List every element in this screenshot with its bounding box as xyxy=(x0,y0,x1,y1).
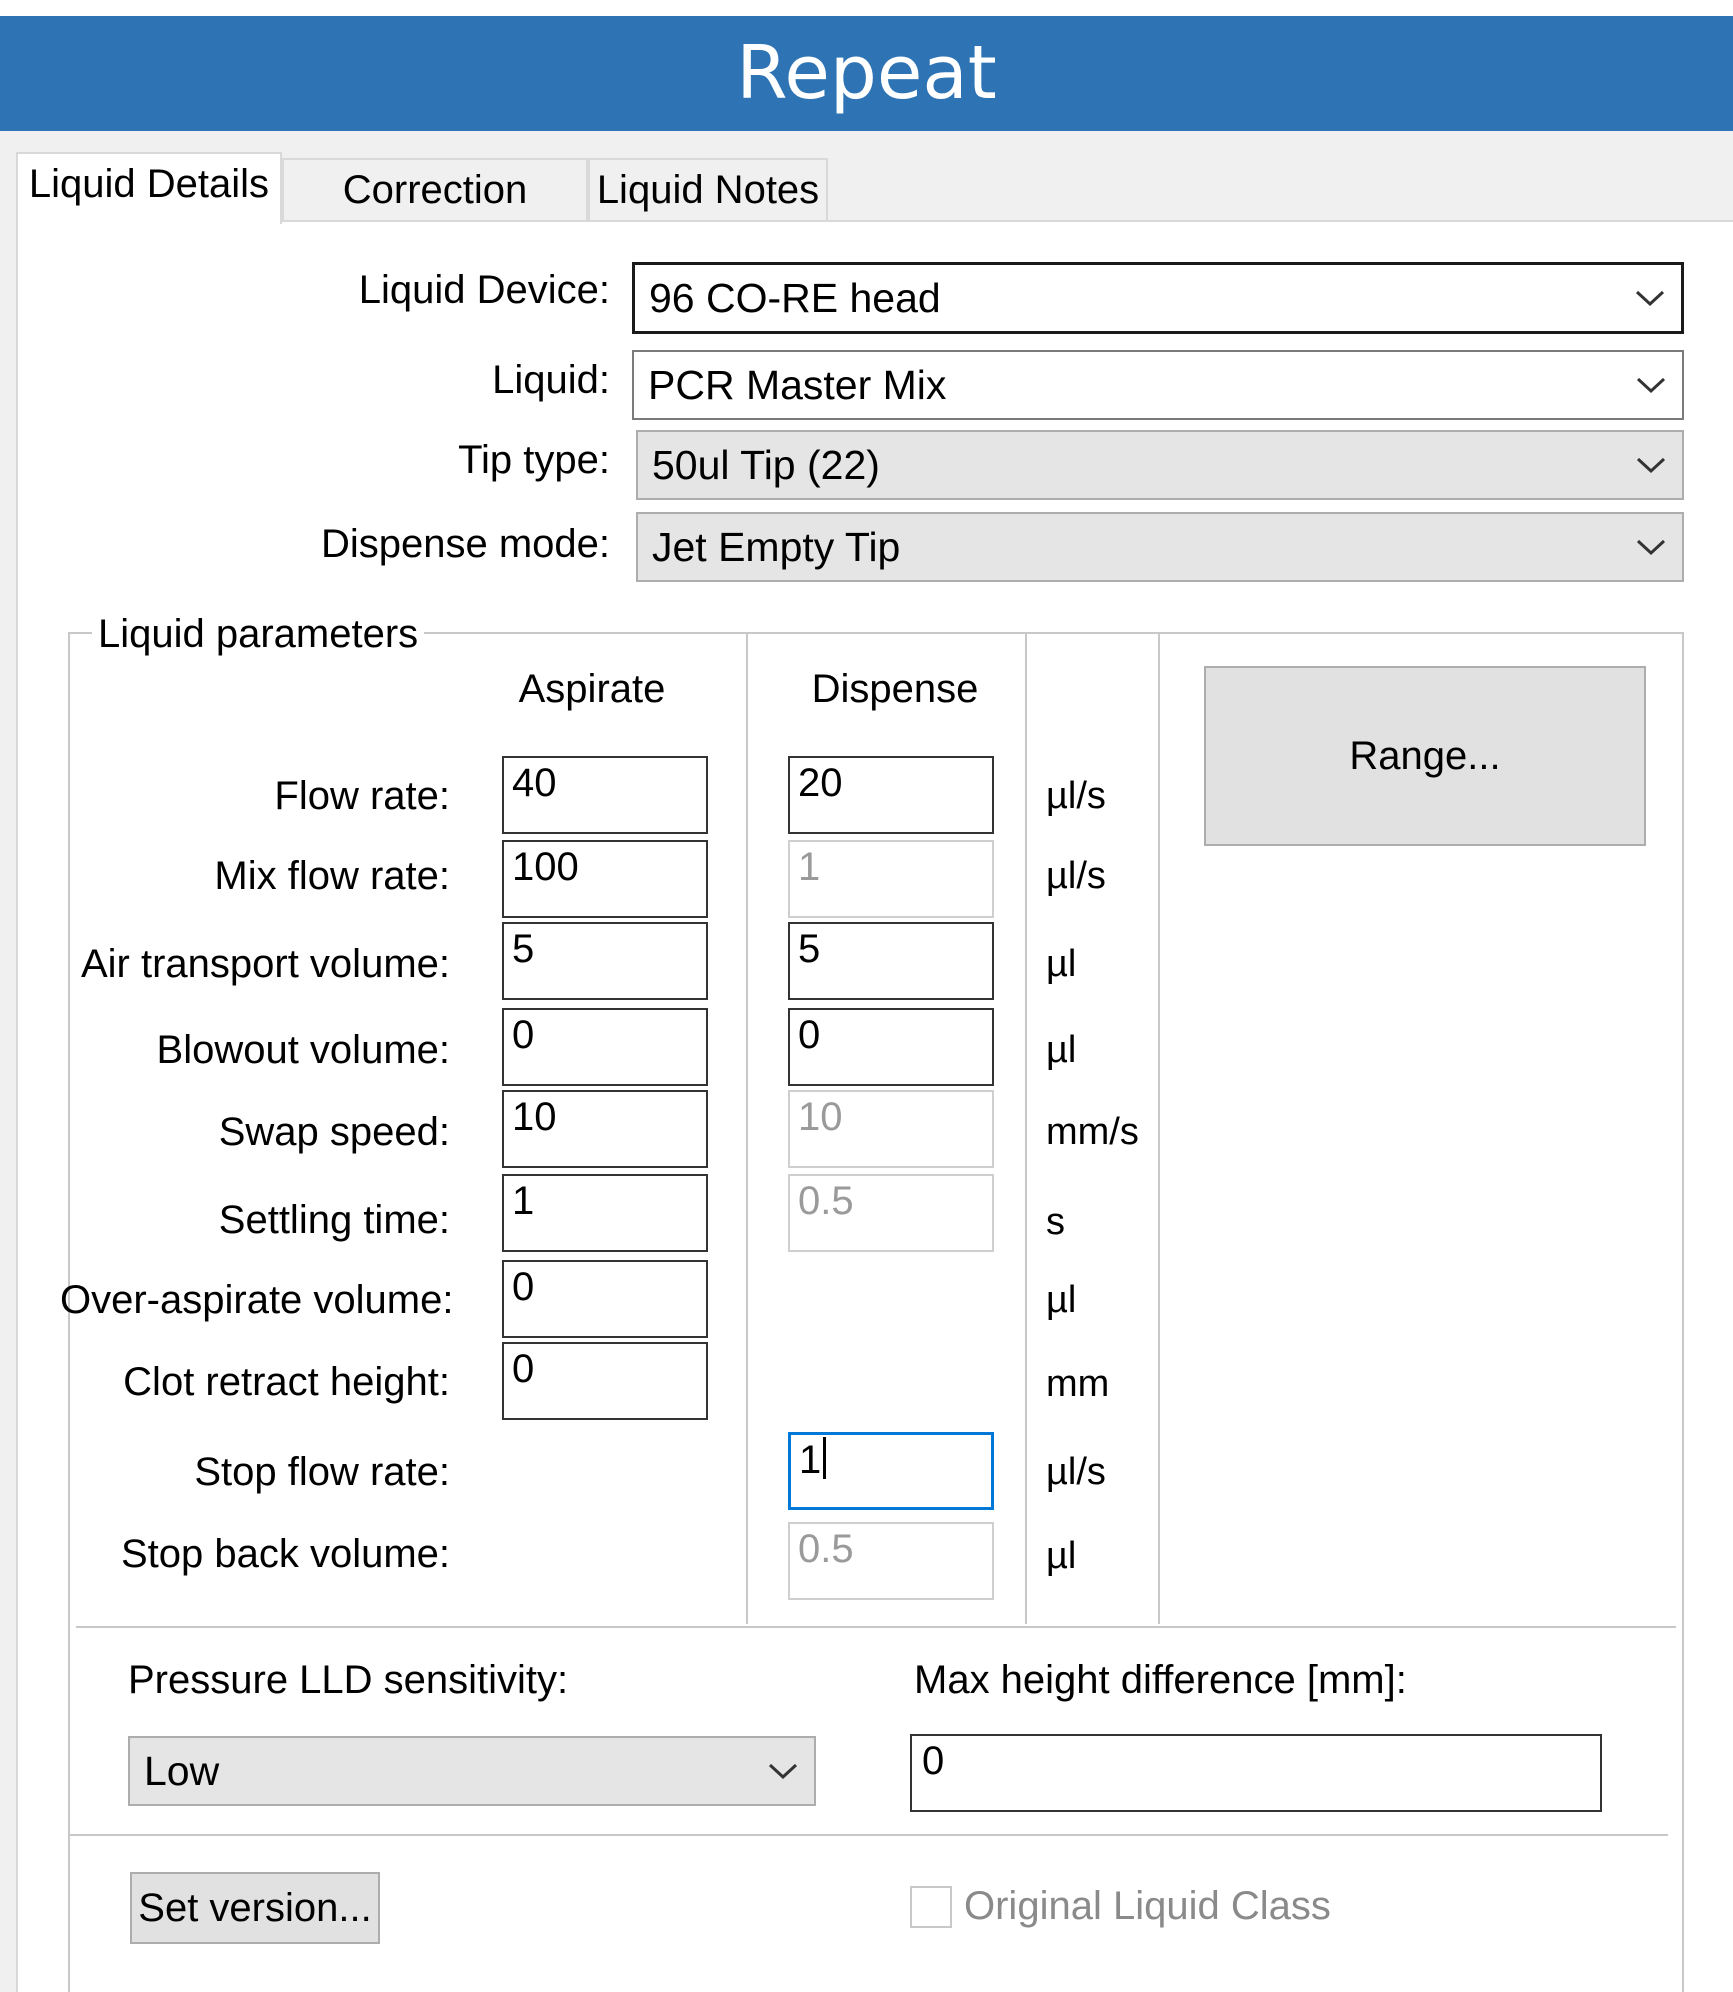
settling-time-unit: s xyxy=(1046,1201,1065,1243)
text-caret xyxy=(823,1437,827,1479)
tip-type-value: 50ul Tip (22) xyxy=(652,441,880,488)
column-divider xyxy=(746,634,748,1624)
chevron-down-icon xyxy=(1635,290,1665,307)
liquid-device-value: 96 CO-RE head xyxy=(649,274,941,321)
swap-speed-unit: mm/s xyxy=(1046,1111,1139,1153)
column-divider xyxy=(1025,634,1027,1624)
original-liquid-class-checkbox xyxy=(910,1886,952,1928)
chevron-down-icon xyxy=(1636,377,1666,394)
tip-type-label: Tip type: xyxy=(458,438,610,482)
set-version-button[interactable]: Set version... xyxy=(130,1872,380,1944)
pressure-lld-sensitivity-select[interactable]: Low xyxy=(128,1736,816,1806)
max-height-difference-field[interactable]: 0 xyxy=(910,1734,1602,1812)
swap-speed-label: Swap speed: xyxy=(218,1110,450,1154)
settling-time-label: Settling time: xyxy=(218,1198,450,1242)
liquid-value: PCR Master Mix xyxy=(648,361,947,408)
group-right-border xyxy=(1682,632,1684,1992)
aspirate-over-aspirate-volume-field[interactable]: 0 xyxy=(502,1260,708,1338)
dispense-stop-flow-rate-value: 1 xyxy=(799,1438,822,1482)
stop-back-volume-unit: µl xyxy=(1046,1535,1077,1577)
aspirate-air-transport-volume-field[interactable]: 5 xyxy=(502,922,708,1000)
pressure-lld-sensitivity-value: Low xyxy=(144,1747,220,1794)
flow-rate-label: Flow rate: xyxy=(274,774,450,818)
aspirate-settling-time-field[interactable]: 1 xyxy=(502,1174,708,1252)
dispense-stop-back-volume-field: 0.5 xyxy=(788,1522,994,1600)
max-height-difference-label: Max height difference [mm]: xyxy=(914,1658,1407,1702)
dispense-stop-flow-rate-field[interactable]: 1 xyxy=(788,1432,994,1510)
dispense-header: Dispense xyxy=(811,667,979,711)
tip-type-select[interactable]: 50ul Tip (22) xyxy=(636,430,1684,500)
clot-retract-height-unit: mm xyxy=(1046,1363,1110,1405)
liquid-device-label: Liquid Device: xyxy=(358,268,610,312)
dispense-mix-flow-rate-field: 1 xyxy=(788,840,994,918)
mix-flow-rate-unit: µl/s xyxy=(1046,855,1106,897)
air-transport-volume-label: Air transport volume: xyxy=(80,942,450,986)
aspirate-mix-flow-rate-field[interactable]: 100 xyxy=(502,840,708,918)
liquid-parameters-group-label: Liquid parameters xyxy=(92,610,425,658)
dispense-swap-speed-field: 10 xyxy=(788,1090,994,1168)
dispense-mode-value: Jet Empty Tip xyxy=(652,523,901,570)
dispense-settling-time-field: 0.5 xyxy=(788,1174,994,1252)
chevron-down-icon xyxy=(1636,457,1666,474)
chevron-down-icon xyxy=(768,1763,798,1780)
liquid-label: Liquid: xyxy=(492,358,610,402)
dispense-mode-select[interactable]: Jet Empty Tip xyxy=(636,512,1684,582)
dispense-blowout-volume-field[interactable]: 0 xyxy=(788,1008,994,1086)
clot-retract-height-label: Clot retract height: xyxy=(123,1360,450,1404)
section-divider xyxy=(68,1834,1668,1836)
pressure-lld-sensitivity-label: Pressure LLD sensitivity: xyxy=(128,1658,569,1702)
range-button[interactable]: Range... xyxy=(1204,666,1646,846)
aspirate-header: Aspirate xyxy=(518,667,666,711)
mix-flow-rate-label: Mix flow rate: xyxy=(214,854,450,898)
aspirate-flow-rate-field[interactable]: 40 xyxy=(502,756,708,834)
aspirate-clot-retract-height-field[interactable]: 0 xyxy=(502,1342,708,1420)
aspirate-blowout-volume-field[interactable]: 0 xyxy=(502,1008,708,1086)
blowout-volume-label: Blowout volume: xyxy=(156,1028,450,1072)
stop-back-volume-label: Stop back volume: xyxy=(120,1532,450,1576)
stop-flow-rate-unit: µl/s xyxy=(1046,1451,1106,1493)
stop-flow-rate-label: Stop flow rate: xyxy=(194,1450,450,1494)
flow-rate-unit: µl/s xyxy=(1046,775,1106,817)
column-divider xyxy=(1158,634,1160,1624)
banner-title: Repeat xyxy=(736,30,997,116)
dispense-mode-label: Dispense mode: xyxy=(320,522,610,566)
air-transport-volume-unit: µl xyxy=(1046,943,1077,985)
over-aspirate-volume-label: Over-aspirate volume: xyxy=(60,1278,454,1322)
over-aspirate-volume-unit: µl xyxy=(1046,1279,1077,1321)
tab-correction-curve[interactable]: Correction Curve xyxy=(282,158,588,272)
tab-liquid-details[interactable]: Liquid Details xyxy=(16,152,282,224)
dispense-air-transport-volume-field[interactable]: 5 xyxy=(788,922,994,1000)
chevron-down-icon xyxy=(1636,539,1666,556)
liquid-select[interactable]: PCR Master Mix xyxy=(632,350,1684,420)
liquid-device-select[interactable]: 96 CO-RE head xyxy=(632,262,1684,334)
original-liquid-class-label: Original Liquid Class xyxy=(964,1884,1331,1928)
dispense-flow-rate-field[interactable]: 20 xyxy=(788,756,994,834)
blowout-volume-unit: µl xyxy=(1046,1029,1077,1071)
aspirate-swap-speed-field[interactable]: 10 xyxy=(502,1090,708,1168)
tab-liquid-notes[interactable]: Liquid Notes xyxy=(588,158,828,222)
section-divider xyxy=(76,1626,1676,1628)
